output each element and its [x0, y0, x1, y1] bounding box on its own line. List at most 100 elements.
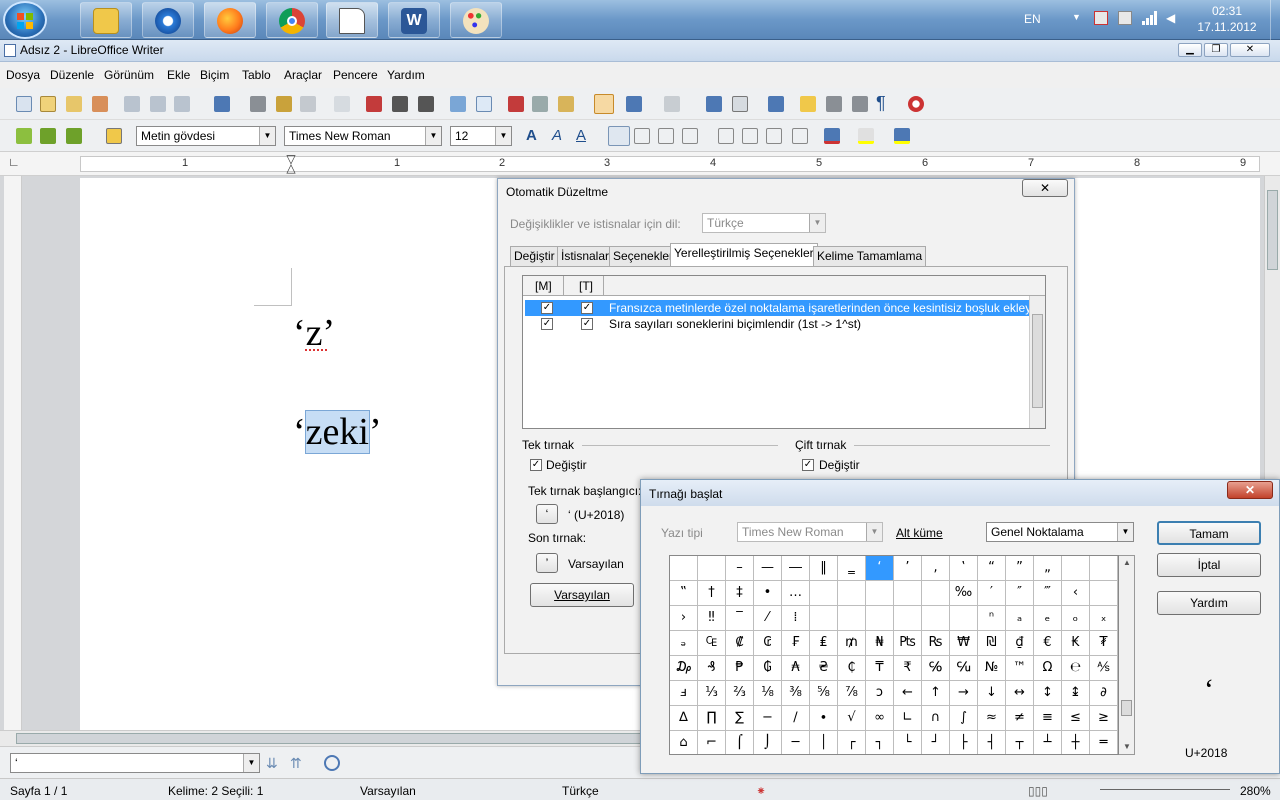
char-cell[interactable]: Ω [1034, 656, 1062, 681]
action-center-icon[interactable] [1094, 11, 1108, 25]
table-icon[interactable] [732, 96, 748, 112]
char-cell[interactable]: ‟ [670, 581, 698, 606]
char-cell[interactable]: † [698, 581, 726, 606]
char-cell[interactable]: ┬ [1006, 731, 1034, 754]
find-previous-icon[interactable]: ⇈ [290, 755, 306, 771]
char-cell[interactable]: ⅓ [698, 681, 726, 706]
font-name-select[interactable]: Times New Roman ▼ [284, 126, 442, 146]
char-cell[interactable] [810, 581, 838, 606]
input-language[interactable]: EN [1024, 12, 1041, 26]
zoom-value[interactable]: 280% [1240, 784, 1271, 798]
char-cell[interactable]: ₲ [754, 656, 782, 681]
single-end-button[interactable]: ’ [536, 553, 558, 573]
char-cell[interactable]: ₐ [1006, 606, 1034, 631]
char-cell[interactable]: ↔ [1006, 681, 1034, 706]
font-select[interactable]: Times New Roman ▼ [737, 522, 883, 542]
char-cell[interactable]: ∟ [894, 706, 922, 731]
scroll-thumb[interactable] [1032, 314, 1043, 408]
list-scrollbar[interactable] [1029, 296, 1045, 428]
char-cell[interactable]: ₰ [698, 656, 726, 681]
highlight-icon[interactable] [858, 128, 874, 144]
align-left-icon[interactable] [608, 126, 630, 146]
undo-icon[interactable] [626, 96, 642, 112]
char-cell[interactable]: ↓ [978, 681, 1006, 706]
taskbar-explorer[interactable] [80, 2, 132, 38]
char-cell[interactable]: „ [1034, 556, 1062, 581]
device-icon[interactable] [1118, 11, 1132, 25]
char-cell[interactable]: │ [810, 731, 838, 754]
taskbar-internet-explorer[interactable] [142, 2, 194, 38]
char-cell[interactable]: ← [894, 681, 922, 706]
options-list[interactable]: [M] [T] ✓ ✓ Fransızca metinlerde özel no… [522, 275, 1046, 429]
menu-tools[interactable]: Araçlar [284, 68, 322, 82]
hyperlink-icon[interactable] [706, 96, 722, 112]
tab-options[interactable]: Seçenekler [609, 246, 678, 266]
indent-marker-icon[interactable]: ▽ △ [284, 153, 298, 174]
char-cell[interactable]: ├ [950, 731, 978, 754]
char-cell[interactable]: ─ [782, 731, 810, 754]
autocheck-icon[interactable] [476, 96, 492, 112]
close-button[interactable]: ✕ [1227, 481, 1273, 499]
open-icon[interactable] [66, 96, 82, 112]
grid-scrollbar[interactable]: ▲ ▼ [1119, 555, 1135, 755]
help-icon[interactable] [908, 96, 924, 112]
increase-indent-icon[interactable] [792, 128, 808, 144]
char-cell[interactable]: ⅛ [754, 681, 782, 706]
char-cell[interactable]: ₯ [670, 656, 698, 681]
italic-icon[interactable]: A [552, 128, 568, 144]
subset-select[interactable]: Genel Noktalama ▼ [986, 522, 1134, 542]
clone-formatting-icon[interactable] [594, 94, 614, 114]
char-cell[interactable]: ℅ [922, 656, 950, 681]
spelling-icon[interactable] [450, 96, 466, 112]
char-cell[interactable]: › [670, 606, 698, 631]
taskbar-notepad[interactable] [326, 2, 378, 38]
menu-edit[interactable]: Düzenle [50, 68, 94, 82]
scroll-down-icon[interactable]: ▼ [1123, 742, 1131, 751]
background-color-icon[interactable] [894, 128, 910, 144]
char-cell[interactable]: ┴ [1034, 731, 1062, 754]
char-cell[interactable]: ⌂ [670, 731, 698, 754]
vertical-ruler[interactable] [4, 176, 22, 730]
justify-icon[interactable] [682, 128, 698, 144]
find-input[interactable]: ‘▼ [10, 753, 260, 773]
char-cell[interactable]: ‖ [810, 556, 838, 581]
char-cell[interactable]: ∑ [726, 706, 754, 731]
find-replace-icon[interactable] [324, 755, 340, 771]
checkbox-t-2[interactable]: ✓ [581, 318, 593, 330]
update-style-icon[interactable] [40, 128, 56, 144]
view-layout-icon[interactable]: ▯▯▯ [1028, 784, 1048, 798]
char-cell[interactable]: ∂ [1090, 681, 1118, 706]
char-cell[interactable]: ≤ [1062, 706, 1090, 731]
char-cell[interactable]: ┤ [978, 731, 1006, 754]
char-cell[interactable]: ⌐ [698, 731, 726, 754]
close-button[interactable]: ✕ [1022, 179, 1068, 197]
single-replace-checkbox[interactable]: ✓ [530, 459, 542, 471]
char-cell[interactable]: ₪ [978, 631, 1006, 656]
char-cell[interactable]: ⅍ [1090, 656, 1118, 681]
single-start-button[interactable]: ‘ [536, 504, 558, 524]
char-cell[interactable]: ⌡ [754, 731, 782, 754]
char-cell[interactable]: ⅝ [810, 681, 838, 706]
char-cell[interactable]: ⌠ [726, 731, 754, 754]
find-next-icon[interactable]: ⇊ [266, 755, 282, 771]
scroll-thumb[interactable] [1121, 700, 1132, 716]
close-button[interactable]: ✕ [1230, 43, 1270, 57]
char-cell[interactable]: ₹ [894, 656, 922, 681]
char-cell[interactable]: → [950, 681, 978, 706]
char-cell[interactable] [922, 581, 950, 606]
restore-button[interactable]: ❐ [1204, 43, 1228, 57]
char-cell[interactable]: ∞ [866, 706, 894, 731]
char-cell[interactable]: ‴ [1034, 581, 1062, 606]
char-cell[interactable]: ₠ [698, 631, 726, 656]
navigator-icon[interactable] [214, 96, 230, 112]
char-cell[interactable]: ₧ [894, 631, 922, 656]
start-button[interactable] [3, 1, 47, 39]
redo-icon[interactable] [664, 96, 680, 112]
show-desktop-button[interactable] [1270, 0, 1280, 40]
char-cell[interactable]: ‼ [698, 606, 726, 631]
char-cell[interactable]: ₣ [782, 631, 810, 656]
paragraph-style-select[interactable]: Metin gövdesi ▼ [136, 126, 276, 146]
char-cell[interactable]: ” [1006, 556, 1034, 581]
char-cell[interactable]: ⅞ [838, 681, 866, 706]
char-cell[interactable]: ∏ [698, 706, 726, 731]
